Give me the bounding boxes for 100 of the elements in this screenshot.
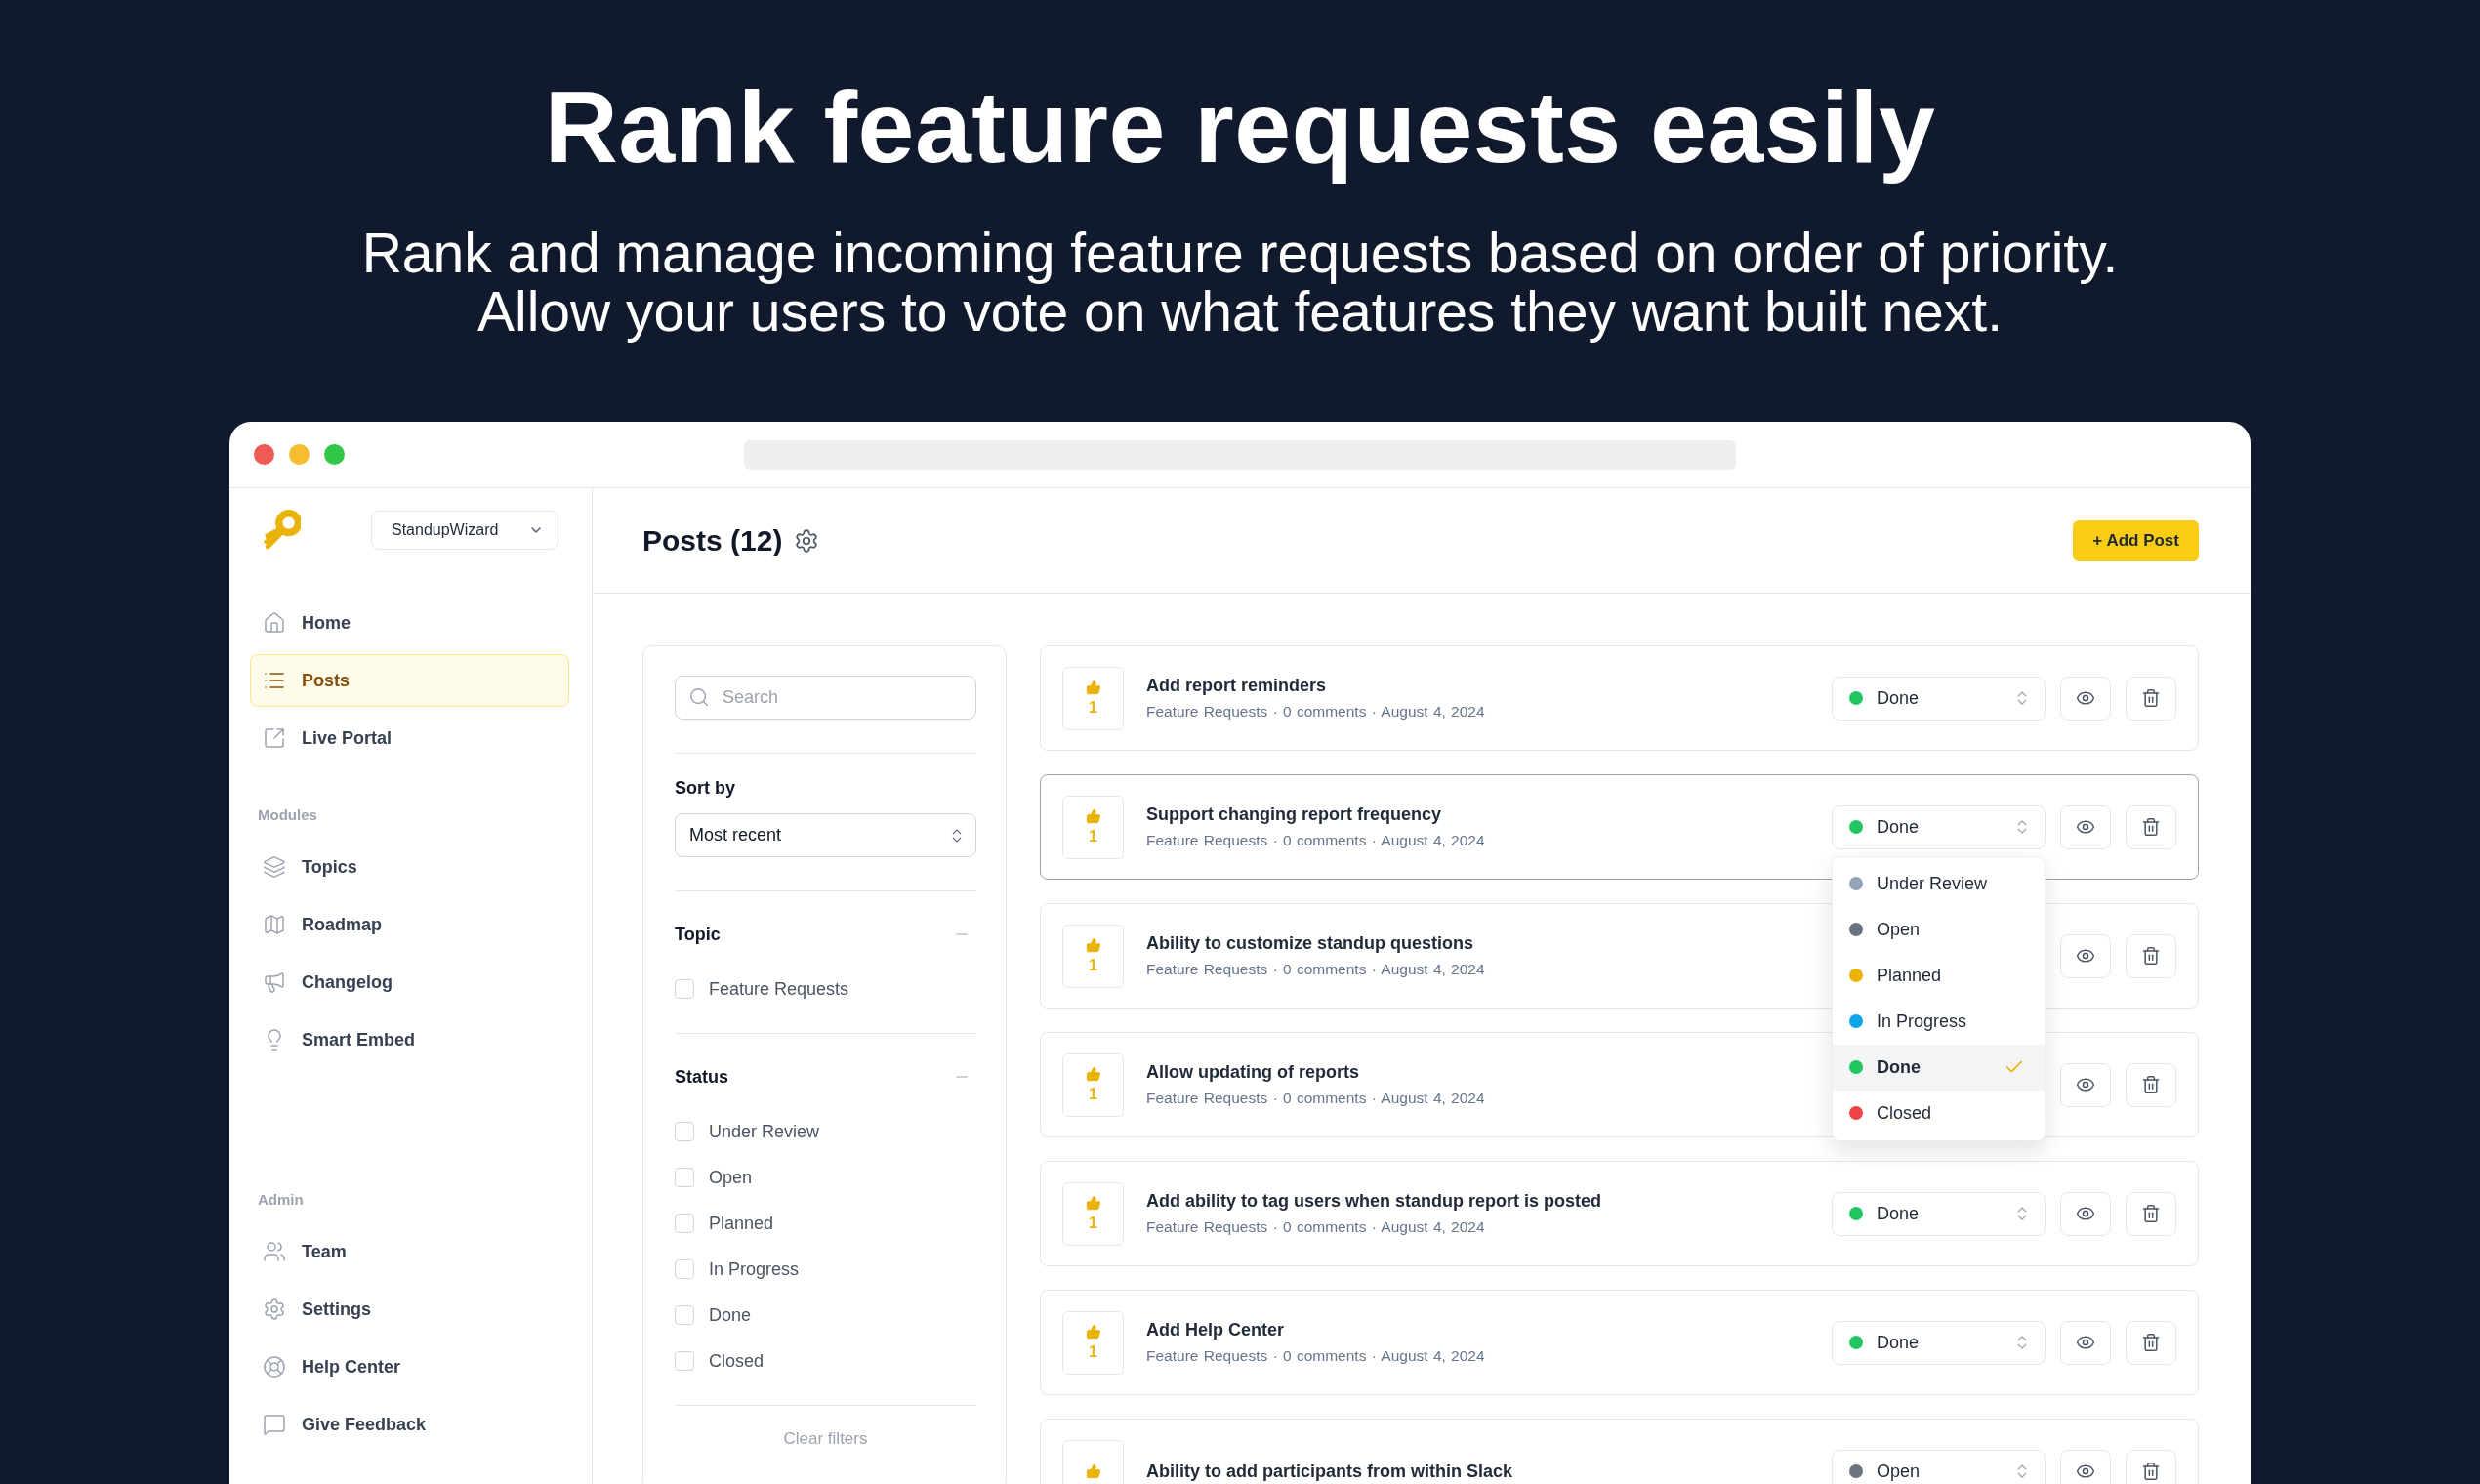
eye-icon — [2076, 1204, 2095, 1223]
view-button[interactable] — [2060, 933, 2111, 978]
page-title: Posts (12) — [642, 523, 783, 557]
post-meta: Feature Requests · 0 comments · August 4, 2024 — [1146, 702, 1486, 721]
nav-item[interactable]: Smart Embed — [250, 1013, 569, 1066]
nav-item[interactable]: Changelog — [250, 956, 569, 1009]
settings-icon[interactable] — [794, 527, 820, 554]
checkbox[interactable] — [675, 1305, 694, 1325]
thumbs-up-icon — [1085, 1324, 1101, 1340]
eye-icon — [2076, 946, 2095, 966]
chat-bubble-icon — [263, 1413, 286, 1436]
checkbox-label: Planned — [709, 1213, 774, 1234]
checkbox-label: Open — [709, 1167, 753, 1188]
view-button[interactable] — [2060, 1320, 2111, 1365]
checkbox-label: Under Review — [709, 1121, 820, 1142]
thumbs-up-icon — [1085, 808, 1101, 824]
nav-item[interactable]: Give Feedback — [250, 1398, 569, 1451]
status-option[interactable]: In Progress — [1833, 998, 2045, 1045]
thumbs-up-icon — [1085, 937, 1101, 953]
eye-icon — [2076, 817, 2095, 837]
delete-button[interactable] — [2126, 1191, 2176, 1236]
post-meta: Feature Requests · 0 comments · August 4, 2024 — [1146, 960, 1486, 979]
nav-item[interactable]: Team — [250, 1225, 569, 1278]
nav-item[interactable]: Settings — [250, 1283, 569, 1336]
trash-icon — [2141, 946, 2161, 966]
post-row[interactable]: 1 Add Help Center Feature Requests · 0 comments · August 4, 2024 Done — [1040, 1290, 2199, 1395]
filter-group-title: Status — [675, 1066, 728, 1088]
nav-item[interactable]: Live Portal — [250, 712, 569, 764]
post-title[interactable]: Support changing report frequency — [1146, 803, 1832, 826]
delete-button[interactable] — [2126, 676, 2176, 721]
workspace-dropdown[interactable]: StandupWizard — [371, 511, 558, 550]
checkbox[interactable] — [675, 1351, 694, 1371]
status-select[interactable]: Done — [1832, 676, 2046, 721]
nav-item[interactable]: Topics — [250, 841, 569, 893]
trash-icon — [2141, 1204, 2161, 1223]
checkbox-label: Feature Requests — [709, 978, 849, 1000]
post-title[interactable]: Allow updating of reports — [1146, 1060, 1832, 1084]
status-select[interactable]: Done — [1832, 1320, 2046, 1365]
post-meta: Feature Requests · 0 comments · August 4, 2024 — [1146, 1217, 1486, 1237]
view-button[interactable] — [2060, 676, 2111, 721]
nav-item[interactable]: Posts — [250, 654, 569, 707]
thumbs-up-icon — [1085, 1066, 1101, 1082]
post-row[interactable]: 1 Add report reminders Feature Requests · 0 comments · August 4, 2024 Done — [1040, 645, 2199, 751]
checkbox-label: Done — [709, 1304, 752, 1326]
status-option[interactable]: Planned — [1833, 952, 2045, 999]
eye-icon — [2076, 1462, 2095, 1481]
sort-label: Sort by — [675, 777, 736, 799]
hero-title: Rank feature requests easily — [544, 70, 1936, 184]
post-title[interactable]: Ability to add participants from within Slack — [1146, 1460, 1832, 1483]
checkbox[interactable] — [675, 1259, 694, 1279]
add-post-button[interactable]: + Add Post — [2073, 519, 2199, 561]
post-title[interactable]: Add ability to tag users when standup report is posted — [1146, 1189, 1832, 1213]
checkbox[interactable] — [675, 979, 694, 999]
map-icon — [263, 913, 286, 936]
layers-icon — [263, 855, 286, 879]
hero-subtitle: Rank and manage incoming feature requests based on order of priority. — [361, 224, 2119, 282]
megaphone-icon — [263, 970, 286, 994]
section-heading: Admin — [258, 1190, 304, 1210]
nav-item[interactable]: Home — [250, 597, 569, 649]
view-button[interactable] — [2060, 1449, 2111, 1484]
delete-button[interactable] — [2126, 804, 2176, 849]
post-title[interactable]: Add Help Center — [1146, 1318, 1832, 1341]
delete-button[interactable] — [2126, 1320, 2176, 1365]
status-select[interactable]: Open — [1832, 1449, 2046, 1484]
status-option[interactable]: Under Review — [1833, 860, 2045, 907]
post-meta: Feature Requests · 0 comments · August 4, 2024 — [1146, 831, 1486, 850]
post-meta: Feature Requests · 0 comments · August 4, 2024 — [1146, 1089, 1486, 1108]
post-row[interactable]: 1 Add ability to tag users when standup report is posted Feature Requests · 0 comments · August 4, 2024 Done — [1040, 1161, 2199, 1266]
view-button[interactable] — [2060, 1062, 2111, 1107]
thumbs-up-icon — [1085, 680, 1101, 695]
close-window-icon[interactable] — [254, 444, 274, 465]
post-row[interactable]: Ability to add participants from within Slack Open — [1040, 1419, 2199, 1484]
thumbs-up-icon — [1085, 1195, 1101, 1211]
checkbox[interactable] — [675, 1168, 694, 1187]
status-option[interactable]: Done — [1833, 1044, 2045, 1091]
delete-button[interactable] — [2126, 1449, 2176, 1484]
eye-icon — [2076, 1333, 2095, 1352]
trash-icon — [2141, 1075, 2161, 1094]
status-option[interactable]: Closed — [1833, 1090, 2045, 1136]
status-select[interactable]: Done — [1832, 804, 2046, 849]
nav-item[interactable]: Roadmap — [250, 898, 569, 951]
delete-button[interactable] — [2126, 1062, 2176, 1107]
delete-button[interactable] — [2126, 933, 2176, 978]
status-select[interactable]: Done — [1832, 1191, 2046, 1236]
post-title[interactable]: Ability to customize standup questions — [1146, 931, 1832, 955]
view-button[interactable] — [2060, 1191, 2111, 1236]
post-meta: Feature Requests · 0 comments · August 4, 2024 — [1146, 1346, 1486, 1366]
sort-select[interactable]: Most recent — [675, 813, 976, 857]
search-icon — [688, 686, 710, 708]
search-field[interactable]: Search — [675, 676, 976, 720]
nav-item[interactable]: Help Center — [250, 1340, 569, 1393]
thumbs-up-icon — [1085, 1463, 1101, 1479]
checkbox[interactable] — [675, 1122, 694, 1141]
checkbox[interactable] — [675, 1214, 694, 1233]
post-title[interactable]: Add report reminders — [1146, 674, 1832, 697]
status-option[interactable]: Open — [1833, 906, 2045, 953]
house-icon — [263, 611, 286, 635]
section-heading: Modules — [258, 805, 317, 825]
view-button[interactable] — [2060, 804, 2111, 849]
trash-icon — [2141, 1462, 2161, 1481]
